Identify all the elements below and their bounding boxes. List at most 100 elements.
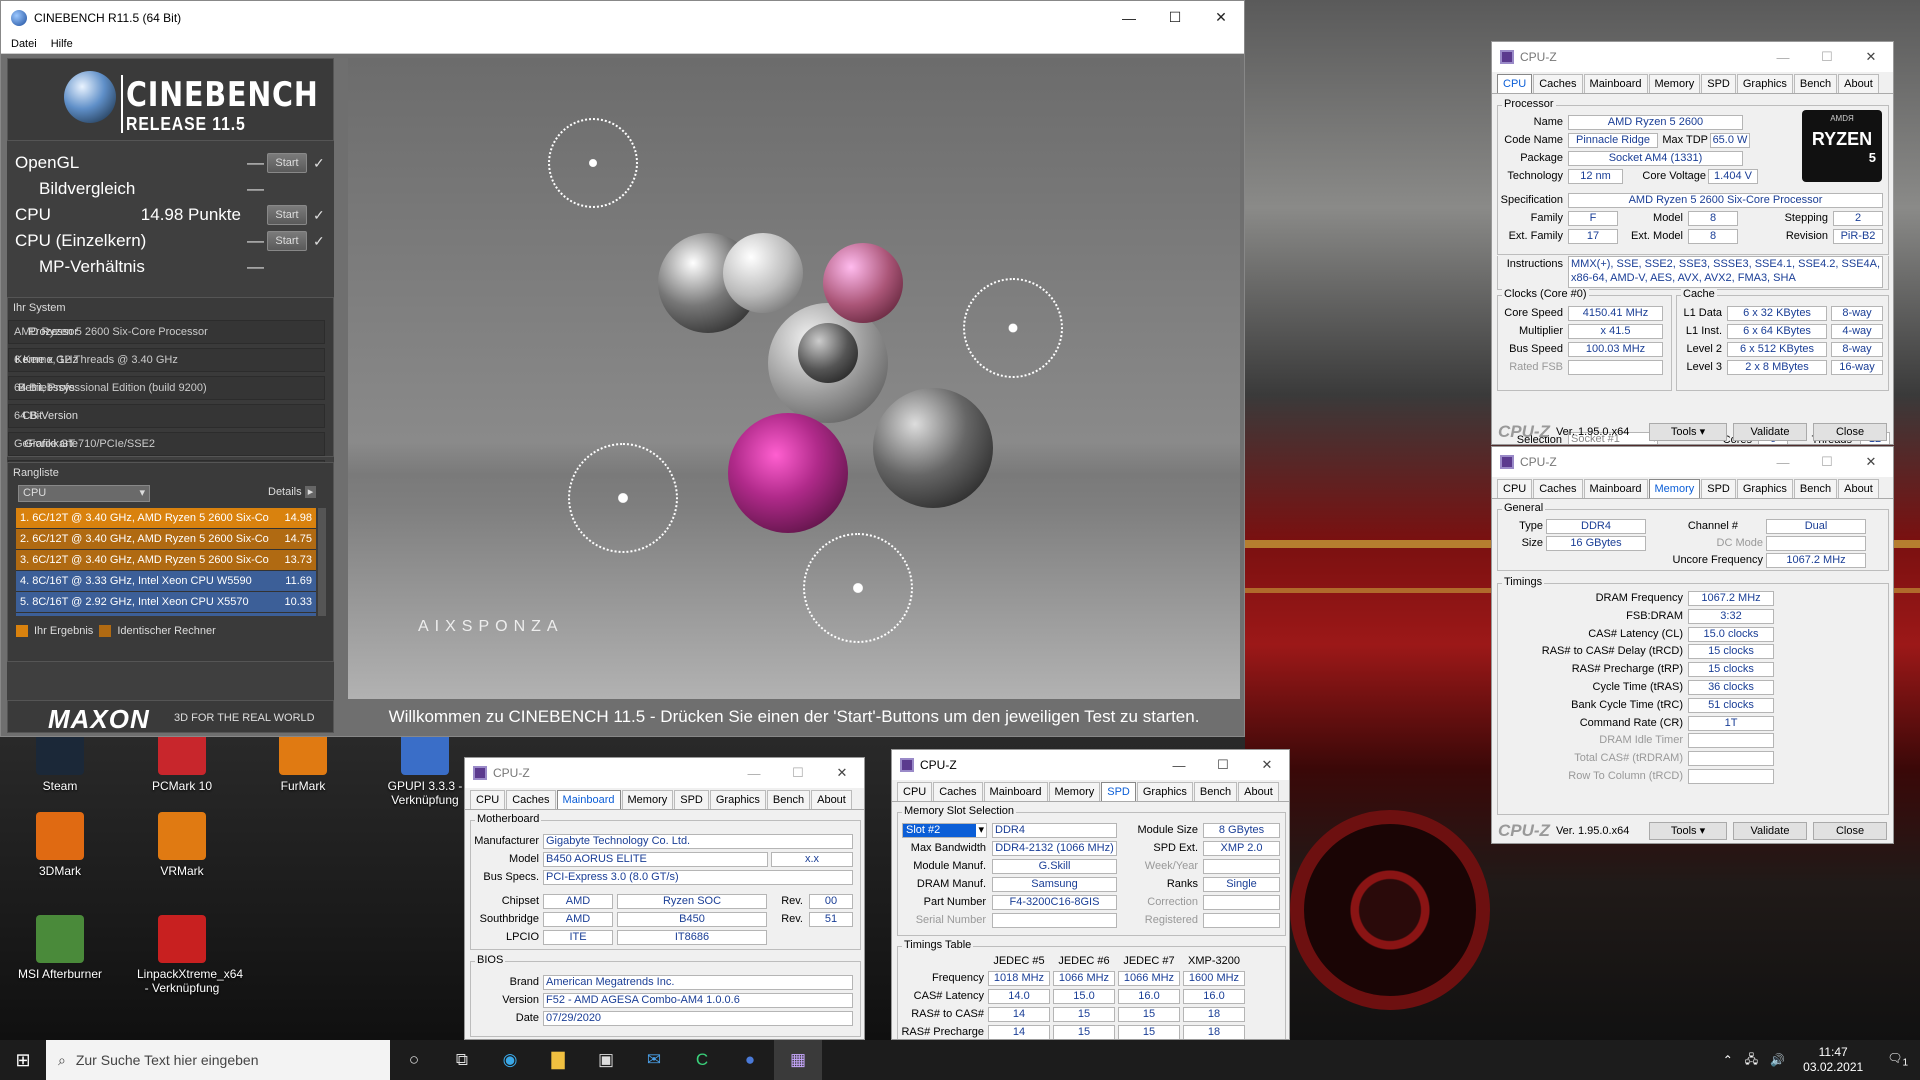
- tab-graphics[interactable]: Graphics: [1136, 782, 1193, 801]
- ranking-item[interactable]: 4. 8C/16T @ 3.33 GHz, Intel Xeon CPU W55…: [16, 571, 316, 591]
- tab-cpu[interactable]: CPU: [897, 782, 933, 801]
- tab-mainboard[interactable]: Mainboard: [556, 790, 621, 809]
- tab-about[interactable]: About: [1238, 782, 1279, 801]
- test-dash: —: [247, 257, 264, 276]
- network-icon[interactable]: 🖧: [1745, 1050, 1758, 1071]
- menu-datei[interactable]: Datei: [11, 38, 37, 50]
- close-button[interactable]: Close: [1813, 822, 1887, 840]
- tab-spd[interactable]: SPD: [1101, 782, 1136, 801]
- tab-memory[interactable]: Memory: [621, 790, 674, 809]
- close-icon[interactable]: ✕: [1245, 757, 1289, 773]
- maximize-icon[interactable]: ☐: [1201, 757, 1245, 773]
- tab-graphics[interactable]: Graphics: [1736, 74, 1793, 93]
- close-icon[interactable]: ✕: [1849, 454, 1893, 470]
- close-icon[interactable]: ✕: [1849, 49, 1893, 65]
- maximize-icon[interactable]: ☐: [1805, 454, 1849, 470]
- tab-memory[interactable]: Memory: [1648, 74, 1701, 93]
- tab-caches[interactable]: Caches: [1533, 74, 1583, 93]
- tab-cpu[interactable]: CPU: [1497, 479, 1533, 498]
- tab-caches[interactable]: Caches: [933, 782, 983, 801]
- minimize-icon[interactable]: —: [1761, 455, 1805, 470]
- close-icon[interactable]: ✕: [1198, 1, 1244, 34]
- validate-button[interactable]: Validate: [1733, 423, 1807, 441]
- ranking-item[interactable]: 3. 6C/12T @ 3.40 GHz, AMD Ryzen 5 2600 S…: [16, 550, 316, 570]
- desktop-icon[interactable]: LinpackXtreme_x64 - Verknüpfung: [137, 915, 243, 995]
- tab-graphics[interactable]: Graphics: [1736, 479, 1793, 498]
- start-button[interactable]: Start: [267, 205, 307, 225]
- cortana-icon[interactable]: ○: [390, 1040, 438, 1080]
- checkmark-icon[interactable]: ✓: [313, 233, 327, 250]
- tab-bench[interactable]: Bench: [1193, 782, 1238, 801]
- volume-icon[interactable]: 🔊: [1770, 1053, 1785, 1067]
- close-button[interactable]: Close: [1813, 423, 1887, 441]
- cpuz-titlebar[interactable]: CPU-Z — ☐ ✕: [1492, 42, 1893, 72]
- desktop-icon[interactable]: MSI Afterburner: [15, 915, 105, 981]
- minimize-icon[interactable]: —: [732, 766, 776, 781]
- validate-button[interactable]: Validate: [1733, 822, 1807, 840]
- search-box[interactable]: ⌕ Zur Suche Text hier eingeben: [46, 1040, 390, 1080]
- chevron-up-icon[interactable]: ⌃: [1723, 1053, 1733, 1067]
- windows-start-icon[interactable]: ⊞: [0, 1040, 46, 1080]
- cinebench-taskbar-icon[interactable]: ●: [726, 1040, 774, 1080]
- cpuz-titlebar[interactable]: CPU-Z — ☐ ✕: [465, 758, 864, 788]
- tab-mainboard[interactable]: Mainboard: [1583, 74, 1648, 93]
- maximize-icon[interactable]: ☐: [1805, 49, 1849, 65]
- tab-spd[interactable]: SPD: [1701, 74, 1736, 93]
- cpuz-titlebar[interactable]: CPU-Z — ☐ ✕: [1492, 447, 1893, 477]
- checkmark-icon[interactable]: ✓: [313, 207, 327, 224]
- tab-about[interactable]: About: [1838, 74, 1879, 93]
- tab-about[interactable]: About: [811, 790, 852, 809]
- ranking-item[interactable]: 5. 8C/16T @ 2.92 GHz, Intel Xeon CPU X55…: [16, 592, 316, 612]
- minimize-icon[interactable]: —: [1761, 50, 1805, 65]
- store-icon[interactable]: ▣: [582, 1040, 630, 1080]
- ranking-item[interactable]: 2. 6C/12T @ 3.40 GHz, AMD Ryzen 5 2600 S…: [16, 529, 316, 549]
- tab-memory[interactable]: Memory: [1648, 479, 1701, 498]
- tab-about[interactable]: About: [1838, 479, 1879, 498]
- tools-button[interactable]: Tools ▾: [1649, 822, 1727, 840]
- tab-cpu[interactable]: CPU: [470, 790, 506, 809]
- cinebench-titlebar[interactable]: CINEBENCH R11.5 (64 Bit) — ☐ ✕: [1, 1, 1244, 34]
- tab-caches[interactable]: Caches: [506, 790, 556, 809]
- ranking-item[interactable]: 6. 12C/12T @ 2.62 GHz, AMD Opteron 24357…: [16, 613, 316, 616]
- tab-bench[interactable]: Bench: [1793, 74, 1838, 93]
- maximize-icon[interactable]: ☐: [776, 765, 820, 781]
- file-explorer-icon[interactable]: ▇: [534, 1040, 582, 1080]
- tab-mainboard[interactable]: Mainboard: [1583, 479, 1648, 498]
- menu-hilfe[interactable]: Hilfe: [51, 38, 73, 50]
- tab-spd[interactable]: SPD: [1701, 479, 1736, 498]
- tab-mainboard[interactable]: Mainboard: [983, 782, 1048, 801]
- tab-bench[interactable]: Bench: [766, 790, 811, 809]
- clock[interactable]: 11:47 03.02.2021: [1803, 1045, 1863, 1075]
- desktop-icon[interactable]: 3DMark: [15, 812, 105, 878]
- minimize-icon[interactable]: —: [1106, 1, 1152, 34]
- notification-icon[interactable]: 🗨1: [1887, 1051, 1908, 1068]
- desktop-icon[interactable]: GPUPI 3.3.3 - Verknüpfung: [380, 727, 470, 807]
- minimize-icon[interactable]: —: [1157, 758, 1201, 773]
- maximize-icon[interactable]: ☐: [1152, 1, 1198, 34]
- ranking-dropdown[interactable]: CPU ▾: [18, 485, 150, 502]
- cpuz-titlebar[interactable]: CPU-Z — ☐ ✕: [892, 750, 1289, 780]
- ranking-scrollbar[interactable]: [318, 508, 326, 616]
- tools-button[interactable]: Tools ▾: [1649, 423, 1727, 441]
- desktop-icon[interactable]: VRMark: [137, 812, 227, 878]
- tab-memory[interactable]: Memory: [1048, 782, 1101, 801]
- tab-spd[interactable]: SPD: [674, 790, 709, 809]
- ranking-item[interactable]: 1. 6C/12T @ 3.40 GHz, AMD Ryzen 5 2600 S…: [16, 508, 316, 528]
- family-value: F: [1568, 211, 1618, 226]
- mail-icon[interactable]: ✉: [630, 1040, 678, 1080]
- ccleaner-icon[interactable]: C: [678, 1040, 726, 1080]
- tab-graphics[interactable]: Graphics: [709, 790, 766, 809]
- tab-bench[interactable]: Bench: [1793, 479, 1838, 498]
- details-button[interactable]: Details ▸: [268, 485, 317, 498]
- tab-caches[interactable]: Caches: [1533, 479, 1583, 498]
- cpuz-taskbar-icon[interactable]: ▦: [774, 1040, 822, 1080]
- slot-select[interactable]: Slot #2 ▾: [902, 823, 987, 838]
- start-button[interactable]: Start: [267, 153, 307, 173]
- edge-icon[interactable]: ◉: [486, 1040, 534, 1080]
- checkmark-icon[interactable]: ✓: [313, 155, 327, 172]
- tab-cpu[interactable]: CPU: [1497, 74, 1533, 93]
- close-icon[interactable]: ✕: [820, 765, 864, 781]
- start-button[interactable]: Start: [267, 231, 307, 251]
- timings-cell: 16.0: [1118, 989, 1180, 1004]
- task-view-icon[interactable]: ⧉: [438, 1040, 486, 1080]
